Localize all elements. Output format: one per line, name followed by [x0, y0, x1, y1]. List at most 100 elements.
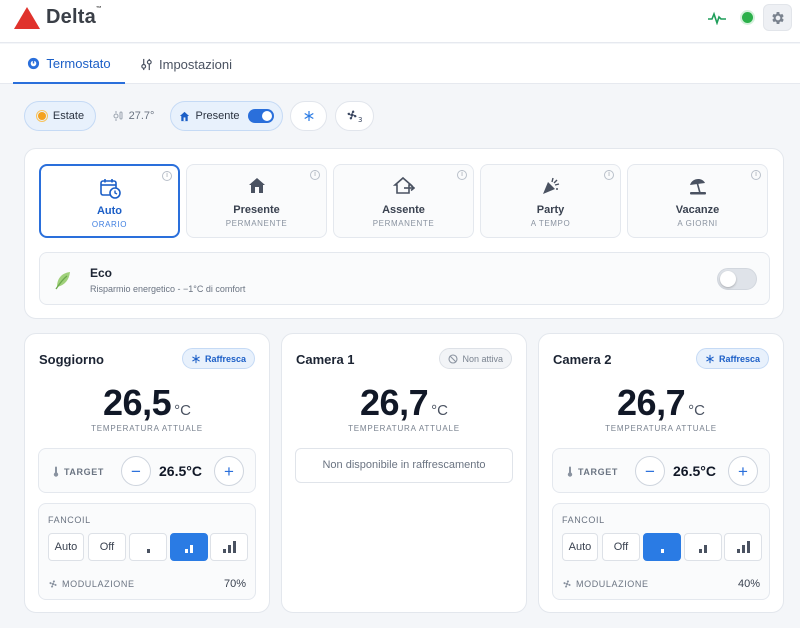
eco-row: Eco Risparmio energetico - −1°C di comfo… — [39, 252, 770, 305]
tab-impostazioni[interactable]: Impostazioni — [140, 44, 240, 84]
mode-vacanze[interactable]: i Vacanze A GIORNI — [627, 164, 768, 238]
temperature-label: TEMPERATURA ATTUALE — [605, 424, 717, 433]
logo-triangle-icon — [14, 6, 40, 29]
zone-name: Camera 1 — [296, 352, 355, 367]
snowflake-icon — [303, 111, 314, 121]
zone-name: Soggiorno — [39, 352, 104, 367]
zone-mode-badge: Raffresca — [181, 348, 255, 369]
outdoor-temp-chip: 27.7° — [104, 101, 162, 131]
fan-speed-1-button[interactable] — [129, 533, 167, 561]
fan-speed-2-icon — [698, 541, 708, 553]
app-header: Delta™ — [0, 0, 800, 43]
snowflake-icon — [706, 354, 714, 363]
mode-auto-label: Auto — [96, 205, 123, 217]
decrease-target-button[interactable]: − — [635, 456, 665, 486]
modulation-value: 40% — [737, 578, 760, 590]
block-icon — [448, 353, 459, 364]
settings-button[interactable] — [763, 4, 792, 31]
eco-toggle[interactable] — [717, 268, 757, 290]
presence-label: Presente — [195, 110, 240, 122]
season-chip[interactable]: Estate — [24, 101, 96, 131]
thermostat-icon — [28, 57, 40, 69]
fan-speed-3-button[interactable] — [210, 533, 248, 561]
mode-vacanze-label: Vacanze — [675, 204, 720, 216]
fan-speed-2-button[interactable] — [684, 533, 722, 561]
target-value: 26.5°C — [673, 463, 716, 479]
decrease-target-button[interactable]: − — [121, 456, 151, 486]
leaf-icon — [55, 272, 70, 290]
mode-party[interactable]: i Party A TEMPO — [480, 164, 621, 238]
fan-speed-3-icon — [736, 541, 751, 553]
zone-mode-badge: Non attiva — [439, 348, 512, 369]
mode-presente[interactable]: i Presente PERMANENTE — [186, 164, 327, 238]
mode-party-label: Party — [536, 204, 565, 216]
fan-speed-3-button[interactable] — [724, 533, 762, 561]
thermometer-icon — [53, 466, 59, 477]
fan-speed-2-icon — [184, 541, 194, 553]
target-label: TARGET — [567, 466, 618, 477]
zone-name: Camera 2 — [553, 352, 612, 367]
fan-speed-1-icon — [146, 541, 151, 553]
home-icon — [248, 178, 265, 193]
increase-target-button[interactable]: + — [728, 456, 758, 486]
fancoil-panel: FANCOIL Auto Off MODULAZIONE 40% — [552, 503, 770, 600]
presence-toggle[interactable] — [247, 109, 274, 123]
temperature-label: TEMPERATURA ATTUALE — [348, 424, 460, 433]
sun-icon — [35, 110, 48, 122]
fan-speed-1-icon — [660, 541, 665, 553]
logo: Delta™ — [14, 6, 102, 29]
fan-speed-button[interactable]: 3 — [335, 101, 374, 131]
svg-text:3: 3 — [358, 116, 362, 123]
fancoil-label: FANCOIL — [562, 515, 605, 525]
mode-assente-sub: PERMANENTE — [372, 219, 435, 228]
modulation-label: MODULAZIONE — [48, 579, 135, 589]
mode-panel: i Auto ORARIO i Presente PERMANENTE i As… — [24, 148, 784, 319]
tab-impostazioni-label: Impostazioni — [159, 56, 232, 72]
modulation-label: MODULAZIONE — [562, 579, 649, 589]
home-out-icon — [392, 176, 415, 194]
beach-umbrella-icon — [689, 179, 706, 195]
activity-pulse-icon — [708, 11, 726, 25]
target-label: TARGET — [53, 466, 104, 477]
fan-off-button[interactable]: Off — [602, 533, 640, 561]
fan-auto-button[interactable]: Auto — [562, 533, 598, 561]
target-value: 26.5°C — [159, 463, 202, 479]
mode-auto-sub: ORARIO — [91, 220, 128, 229]
mode-assente[interactable]: i Assente PERMANENTE — [333, 164, 474, 238]
connection-status-dot — [742, 12, 753, 23]
fancoil-panel: FANCOIL Auto Off MODULAZIONE 70% — [38, 503, 256, 600]
zone-card-soggiorno: Soggiorno Raffresca 26,5 °C TEMPERATURA A… — [24, 333, 270, 613]
unavailable-message: Non disponibile in raffrescamento — [295, 448, 513, 483]
outdoor-temp-icon — [113, 111, 123, 121]
tab-termostato[interactable]: Termostato — [13, 44, 125, 84]
snowflake-icon — [192, 354, 200, 363]
brand-name: Delta™ — [46, 6, 103, 28]
fan-auto-button[interactable]: Auto — [48, 533, 84, 561]
modulation-value: 70% — [223, 578, 246, 590]
mode-party-sub: A TEMPO — [530, 219, 571, 228]
fan-3-icon: 3 — [347, 110, 362, 123]
mode-presente-sub: PERMANENTE — [225, 219, 288, 228]
fan-speed-2-button[interactable] — [170, 533, 208, 561]
target-control: TARGET − 26.5°C + — [552, 448, 770, 493]
fan-speed-1-button[interactable] — [643, 533, 681, 561]
season-label: Estate — [52, 110, 85, 122]
increase-target-button[interactable]: + — [214, 456, 244, 486]
target-control: TARGET − 26.5°C + — [38, 448, 256, 493]
thermometer-icon — [567, 466, 573, 477]
tab-bar: Termostato Impostazioni — [0, 44, 800, 84]
mode-assente-label: Assente — [382, 204, 425, 216]
tab-termostato-label: Termostato — [46, 55, 111, 71]
mode-auto[interactable]: i Auto ORARIO — [39, 164, 180, 238]
fan-off-button[interactable]: Off — [88, 533, 126, 561]
current-temperature: 26,5 °C — [103, 382, 191, 423]
cooling-mode-button[interactable] — [290, 101, 327, 131]
current-temperature: 26,7 °C — [360, 382, 448, 423]
zone-card-camera-1: Camera 1 Non attiva 26,7 °C TEMPERATURA A… — [281, 333, 527, 613]
fan-icon — [563, 580, 571, 588]
mode-vacanze-sub: A GIORNI — [677, 219, 718, 228]
fan-speed-3-icon — [222, 541, 237, 553]
current-temperature: 26,7 °C — [617, 382, 705, 423]
presence-chip[interactable]: Presente — [170, 101, 283, 131]
gear-icon — [771, 11, 784, 24]
